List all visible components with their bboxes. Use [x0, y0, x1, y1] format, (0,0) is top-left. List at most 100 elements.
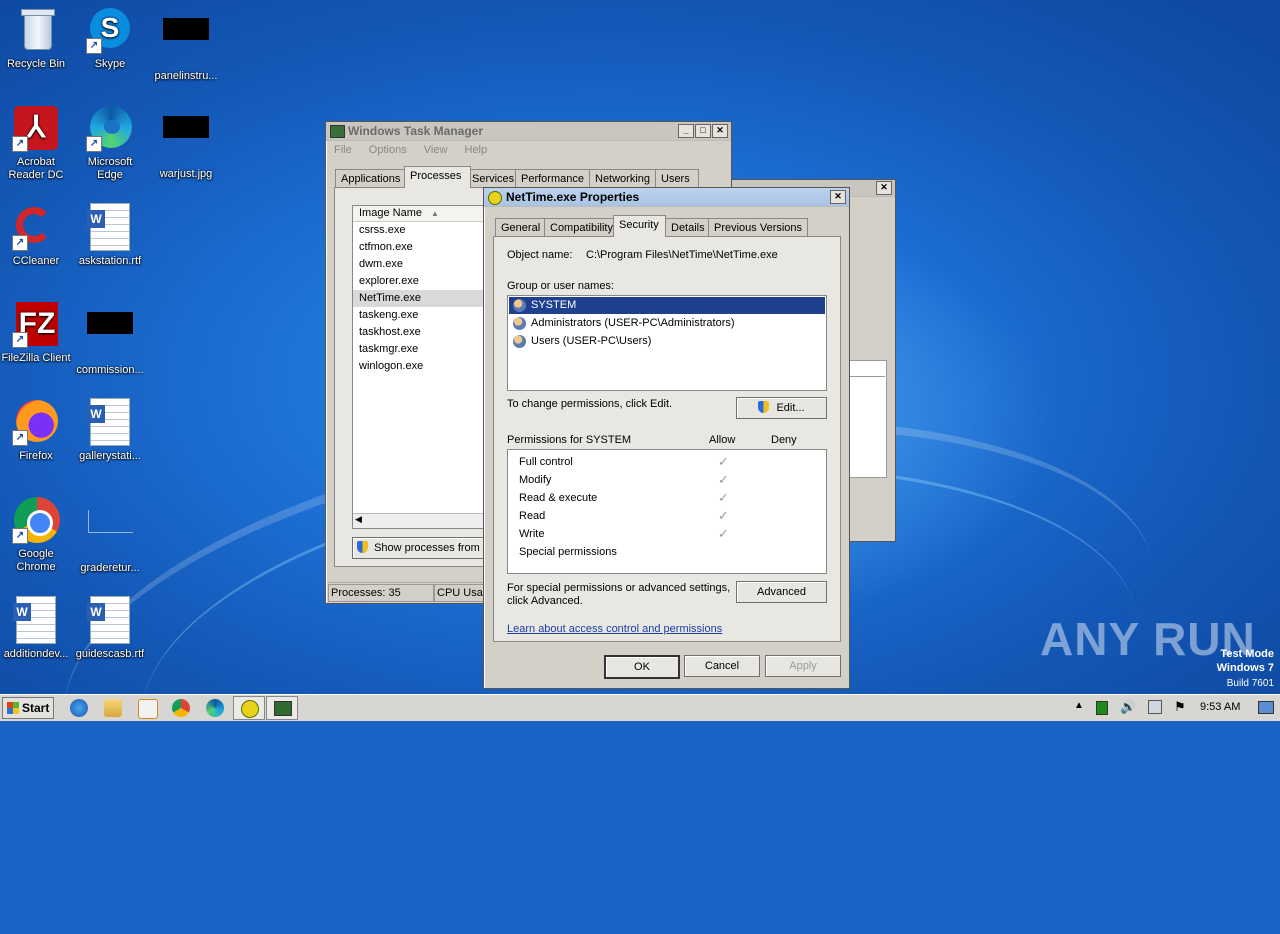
allow-check-icon: ✓ — [718, 508, 729, 523]
word-document-icon: W — [12, 596, 60, 644]
edit-button[interactable]: Edit... — [736, 397, 827, 419]
os-label: Windows 7 — [1216, 662, 1274, 674]
volume-icon[interactable]: 🔊 — [1120, 699, 1136, 715]
menu-file[interactable]: File — [334, 144, 352, 156]
minimize-icon[interactable]: _ — [678, 124, 694, 138]
tab-compatibility[interactable]: Compatibility — [544, 218, 618, 237]
close-icon[interactable]: ✕ — [830, 190, 846, 204]
network-icon[interactable] — [1148, 700, 1162, 714]
user-row[interactable]: Users (USER-PC\Users) — [509, 333, 825, 350]
desktop-icon-additiondev[interactable]: W additiondev... — [0, 596, 72, 661]
tab-previous-versions[interactable]: Previous Versions — [708, 218, 808, 237]
file-explorer-icon[interactable] — [104, 699, 122, 717]
tab-users[interactable]: Users — [655, 169, 699, 188]
action-center-flag-icon[interactable]: ⚑ — [1174, 699, 1186, 715]
desktop-icon-chrome[interactable]: ↗ Google Chrome — [0, 496, 72, 574]
permission-row: Modify ✓ — [519, 472, 729, 487]
tab-performance[interactable]: Performance — [515, 169, 591, 188]
process-row[interactable]: taskeng.exe — [353, 307, 487, 324]
allow-check-icon: ✓ — [718, 490, 729, 505]
process-row[interactable]: csrss.exe — [353, 222, 487, 239]
desktop-icon-filezilla[interactable]: FZ ↗ FileZilla Client — [0, 300, 72, 365]
process-row[interactable]: taskhost.exe — [353, 324, 487, 341]
tab-services[interactable]: Services — [466, 169, 519, 188]
tab-general[interactable]: General — [495, 218, 545, 237]
edge-icon[interactable] — [206, 699, 224, 717]
show-desktop-icon[interactable] — [1258, 701, 1274, 714]
task-manager-menu: File Options View Help — [326, 141, 731, 159]
close-icon[interactable]: ✕ — [712, 124, 728, 138]
show-processes-button[interactable]: Show processes from — [352, 537, 494, 559]
allow-header: Allow — [709, 434, 736, 446]
process-row[interactable]: explorer.exe — [353, 273, 487, 290]
desktop-icon-recycle-bin[interactable]: Recycle Bin — [0, 6, 72, 71]
uac-shield-icon — [758, 401, 770, 413]
tab-applications[interactable]: Applications — [335, 169, 408, 188]
desktop-icon-panelinstru[interactable]: panelinstru... — [150, 6, 222, 83]
maximize-icon[interactable]: □ — [695, 124, 711, 138]
column-header-image-name[interactable]: Image Name ▲ — [353, 206, 487, 222]
process-row[interactable]: dwm.exe — [353, 256, 487, 273]
menu-view[interactable]: View — [424, 144, 448, 156]
desktop-icon-ccleaner[interactable]: ↗ CCleaner — [0, 203, 72, 268]
scroll-left-icon[interactable]: ◀ — [355, 514, 362, 525]
tab-networking[interactable]: Networking — [589, 169, 657, 188]
desktop-icon-acrobat[interactable]: ⅄ ↗ Acrobat Reader DC — [0, 104, 72, 182]
properties-dialog: NetTime.exe Properties ✕ General Compati… — [483, 187, 850, 689]
network-status-icon[interactable] — [1096, 701, 1108, 715]
properties-title: NetTime.exe Properties — [506, 190, 640, 204]
ccleaner-icon: ↗ — [12, 203, 60, 251]
process-row[interactable]: taskmgr.exe — [353, 341, 487, 358]
desktop-icon-askstation[interactable]: W askstation.rtf — [74, 203, 146, 268]
start-button[interactable]: Start — [2, 697, 54, 719]
internet-explorer-icon[interactable] — [70, 699, 88, 717]
show-hidden-icons[interactable]: ▲ — [1074, 700, 1084, 711]
background-window-panel — [849, 360, 887, 478]
change-permissions-text: To change permissions, click Edit. — [507, 398, 673, 410]
taskmgr-title-icon — [330, 125, 345, 138]
desktop-icon-warjust[interactable]: warjust.jpg — [150, 104, 222, 181]
cancel-button[interactable]: Cancel — [684, 655, 760, 677]
build-label: Build 7601 — [1226, 678, 1274, 689]
desktop-icon-graderetur[interactable]: graderetur... — [74, 496, 146, 575]
permission-row: Read ✓ — [519, 508, 729, 523]
menu-help[interactable]: Help — [465, 144, 488, 156]
file-thumbnail-icon — [162, 116, 210, 164]
skype-icon: S ↗ — [86, 6, 134, 54]
taskbar-nettime-button[interactable] — [233, 696, 265, 720]
process-row[interactable]: winlogon.exe — [353, 358, 487, 375]
learn-access-control-link[interactable]: Learn about access control and permissio… — [507, 623, 722, 635]
file-thumbnail-icon — [162, 18, 210, 66]
chrome-icon[interactable] — [172, 699, 190, 717]
user-row[interactable]: SYSTEM — [509, 297, 825, 314]
desktop-icon-guidescasb[interactable]: W guidescasb.rtf — [74, 596, 146, 661]
close-icon[interactable]: ✕ — [876, 181, 892, 195]
properties-titlebar: NetTime.exe Properties ✕ — [484, 188, 849, 207]
media-player-icon[interactable] — [138, 699, 158, 719]
recycle-bin-icon — [12, 6, 60, 54]
desktop-icon-edge[interactable]: ↗ Microsoft Edge — [74, 104, 146, 182]
process-row[interactable]: NetTime.exe — [353, 290, 487, 307]
desktop-icon-commission[interactable]: commission... — [74, 300, 146, 377]
word-document-icon: W — [86, 398, 134, 446]
desktop-icon-gallerystati[interactable]: W gallerystati... — [74, 398, 146, 463]
tab-security[interactable]: Security — [613, 215, 666, 237]
user-rows: SYSTEM Administrators (USER-PC\Administra… — [508, 297, 826, 350]
taskbar-task-manager-button[interactable] — [266, 696, 298, 720]
desktop-icon-firefox[interactable]: ↗ Firefox — [0, 398, 72, 463]
acrobat-icon: ⅄ ↗ — [12, 104, 60, 152]
user-row[interactable]: Administrators (USER-PC\Administrators) — [509, 315, 825, 332]
permission-rows: Full control ✓ Modify ✓ Read & execute ✓ Read ✓… — [508, 453, 826, 561]
menu-options[interactable]: Options — [369, 144, 407, 156]
ok-button[interactable]: OK — [604, 655, 680, 679]
process-row[interactable]: ctfmon.exe — [353, 239, 487, 256]
tab-processes[interactable]: Processes — [404, 166, 471, 188]
advanced-button[interactable]: Advanced — [736, 581, 827, 603]
desktop-icon-skype[interactable]: S ↗ Skype — [74, 6, 146, 71]
clock[interactable]: 9:53 AM — [1200, 701, 1240, 713]
apply-button[interactable]: Apply — [765, 655, 841, 677]
horizontal-scrollbar[interactable]: ◀ — [353, 513, 487, 528]
tab-details[interactable]: Details — [665, 218, 711, 237]
firefox-icon: ↗ — [12, 398, 60, 446]
permissions-list: Full control ✓ Modify ✓ Read & execute ✓ Read ✓… — [507, 449, 827, 574]
